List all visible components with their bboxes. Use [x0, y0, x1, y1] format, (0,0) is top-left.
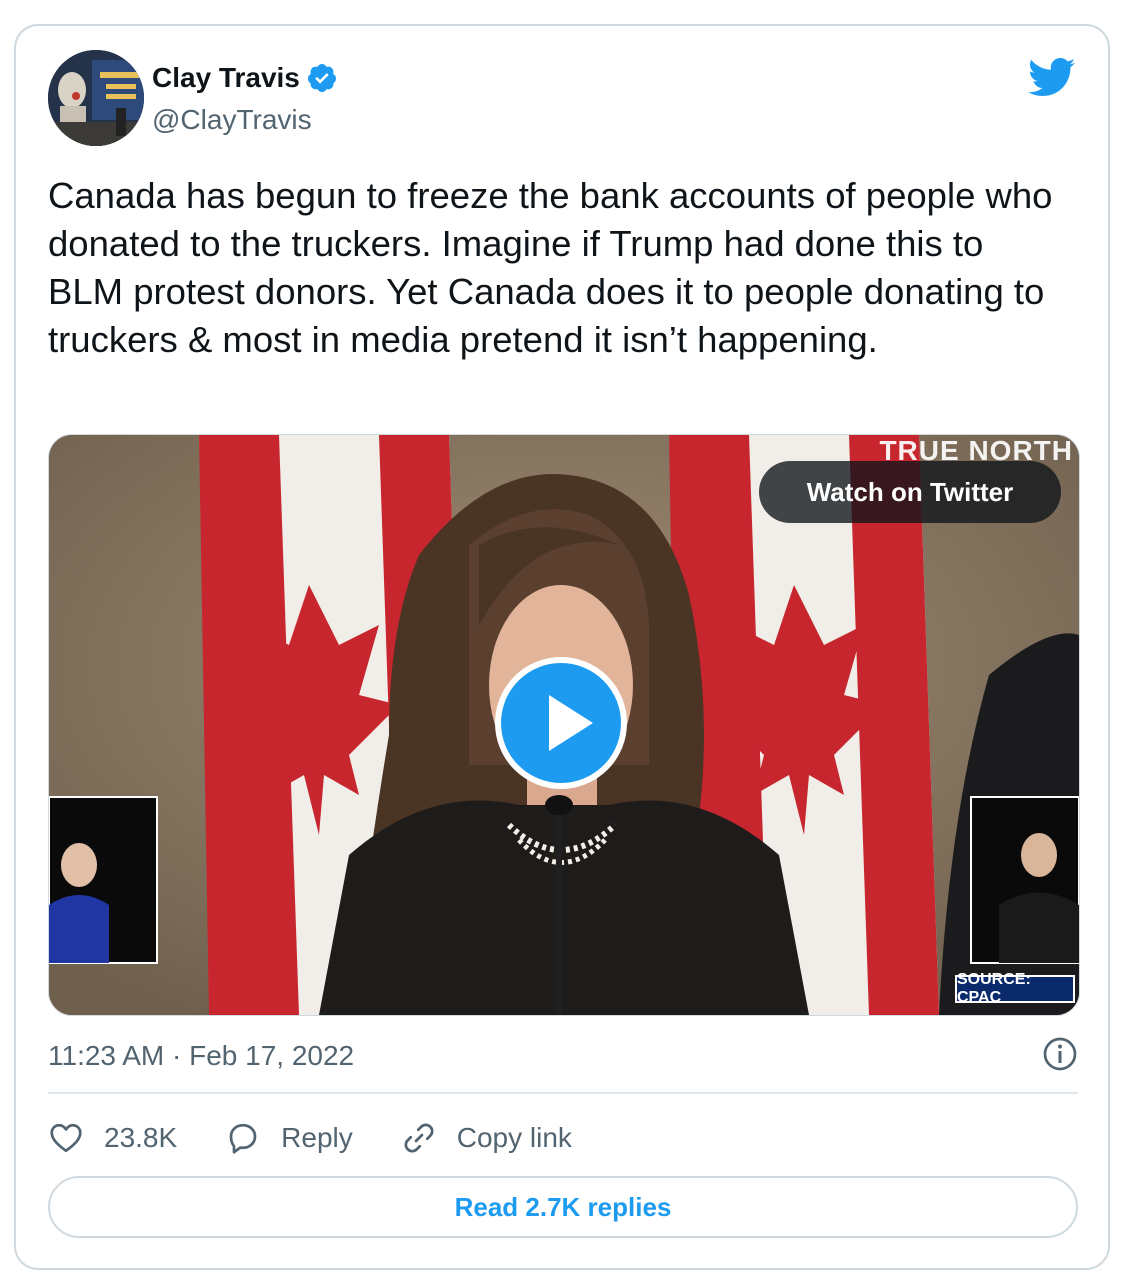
- info-icon[interactable]: [1042, 1036, 1078, 1072]
- profile-photo: [48, 50, 144, 146]
- twitter-bird-icon[interactable]: [1028, 58, 1076, 98]
- copy-link-label: Copy link: [456, 1122, 572, 1153]
- like-count: 23.8K: [104, 1122, 178, 1153]
- author-handle[interactable]: @ClayTravis: [152, 104, 312, 136]
- like-button[interactable]: 23.8K: [48, 1120, 177, 1156]
- video-player[interactable]: TRUE NORTH Watch on Twitter SOURCE: CPAC: [48, 434, 1080, 1016]
- reply-button[interactable]: Reply: [225, 1120, 353, 1156]
- read-replies-button[interactable]: Read 2.7K replies: [48, 1176, 1078, 1238]
- play-icon[interactable]: [495, 657, 627, 789]
- avatar[interactable]: [48, 50, 144, 146]
- tweet-timestamp[interactable]: 11:23 AM · Feb 17, 2022: [48, 1040, 354, 1072]
- tweet-meta: 11:23 AM · Feb 17, 2022: [48, 1036, 1078, 1076]
- heart-icon: [50, 1123, 82, 1153]
- tweet-actions: 23.8K Reply Copy link: [48, 1114, 1078, 1162]
- reply-label: Reply: [281, 1122, 353, 1153]
- author-name-row[interactable]: Clay Travis: [152, 62, 338, 94]
- tweet-text: Canada has begun to freeze the bank acco…: [48, 175, 1053, 360]
- link-icon: [404, 1123, 434, 1153]
- source-caption: SOURCE: CPAC: [955, 971, 1075, 1006]
- watch-on-twitter-button[interactable]: Watch on Twitter: [759, 461, 1061, 523]
- copy-link-button[interactable]: Copy link: [401, 1120, 572, 1156]
- verified-badge-icon: [307, 64, 336, 92]
- author-name[interactable]: Clay Travis: [152, 62, 300, 94]
- reply-icon: [229, 1123, 257, 1154]
- divider: [48, 1092, 1078, 1094]
- tweet-card: Clay Travis @ClayTravis Canada has begun…: [14, 24, 1110, 1270]
